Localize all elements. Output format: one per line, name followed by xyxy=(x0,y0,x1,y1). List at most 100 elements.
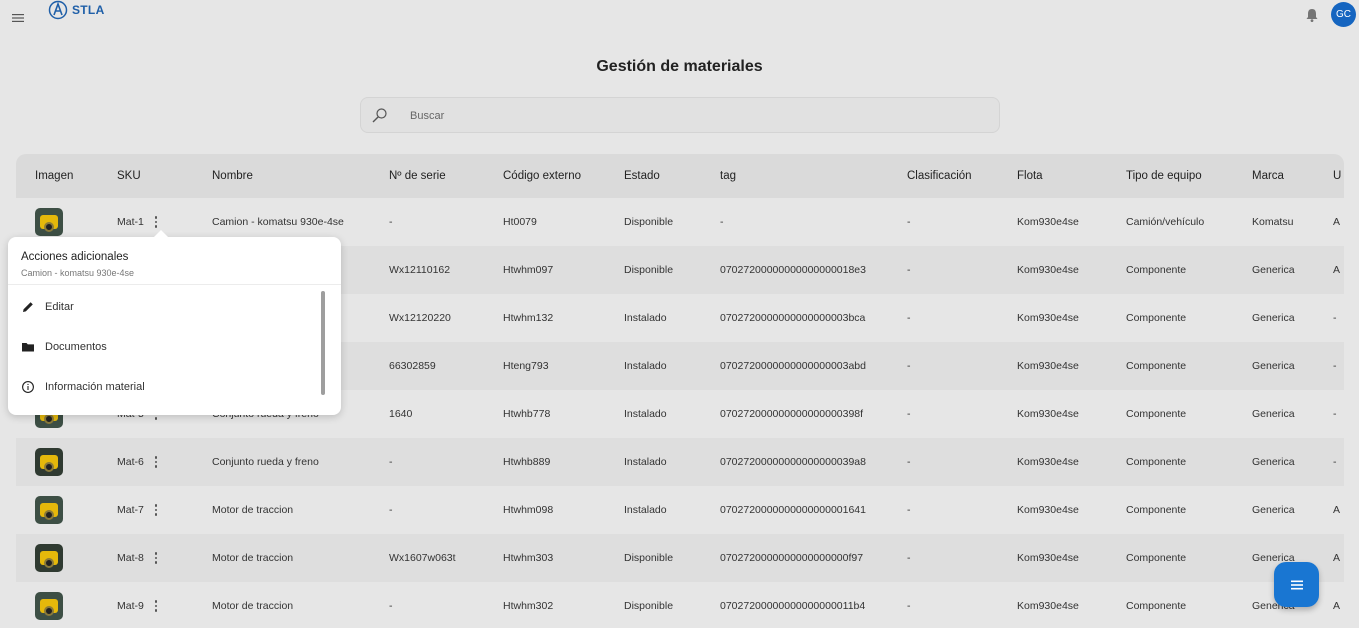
cell-u: - xyxy=(1314,294,1344,342)
column-header-clasificacion[interactable]: Clasificación xyxy=(888,154,998,198)
more-actions-icon[interactable] xyxy=(152,216,160,228)
cell-external-code: Htwhb889 xyxy=(484,438,605,486)
cell-serial-number: - xyxy=(370,486,484,534)
cell-external-code: Htwhm303 xyxy=(484,534,605,582)
cell-equipment-type: Componente xyxy=(1107,582,1233,628)
column-header-codigo-externo[interactable]: Código externo xyxy=(484,154,605,198)
info-icon xyxy=(22,381,34,393)
cell-fleet: Kom930e4se xyxy=(998,294,1107,342)
column-header-flota[interactable]: Flota xyxy=(998,154,1107,198)
sku-text: Mat-8 xyxy=(117,552,144,564)
cell-classification: - xyxy=(888,390,998,438)
cell-serial-number: Wx12120220 xyxy=(370,294,484,342)
column-header-marca[interactable]: Marca xyxy=(1233,154,1314,198)
material-thumbnail[interactable] xyxy=(35,208,63,236)
sku-text: Mat-6 xyxy=(117,456,144,468)
cell-status: Instalado xyxy=(605,342,701,390)
cell-brand: Generica xyxy=(1233,486,1314,534)
more-actions-icon[interactable] xyxy=(152,600,160,612)
thumbnail-wheel xyxy=(44,558,54,568)
cell-tag: 070272000000000000000398f xyxy=(701,390,888,438)
cell-status: Instalado xyxy=(605,294,701,342)
popover-item-label: Información material xyxy=(45,381,145,393)
page-title: Gestión de materiales xyxy=(596,58,763,75)
material-thumbnail[interactable] xyxy=(35,448,63,476)
table-header-row: Imagen SKU Nombre Nº de serie Código ext… xyxy=(16,154,1344,198)
table-row[interactable]: Mat-9 Motor de traccion - Htwhm302 Disponibl… xyxy=(16,582,1344,628)
hamburger-menu-button[interactable] xyxy=(8,8,28,28)
column-header-serie[interactable]: Nº de serie xyxy=(370,154,484,198)
column-header-tipo-equipo[interactable]: Tipo de equipo xyxy=(1107,154,1233,198)
column-header-nombre[interactable]: Nombre xyxy=(193,154,370,198)
cell-image xyxy=(16,438,98,486)
popover-item-informacion-material[interactable]: Información material xyxy=(21,367,311,407)
column-header-estado[interactable]: Estado xyxy=(605,154,701,198)
thumbnail-wheel xyxy=(44,222,54,232)
sku-wrapper: Mat-1 xyxy=(117,216,193,228)
popover-item-documentos[interactable]: Documentos xyxy=(21,327,311,367)
cell-classification: - xyxy=(888,294,998,342)
material-thumbnail[interactable] xyxy=(35,496,63,524)
popover-divider xyxy=(8,284,341,285)
cell-u: - xyxy=(1314,438,1344,486)
cell-brand: Generica xyxy=(1233,294,1314,342)
cell-u: - xyxy=(1314,342,1344,390)
cell-fleet: Kom930e4se xyxy=(998,246,1107,294)
cell-classification: - xyxy=(888,198,998,246)
notifications-bell-icon[interactable] xyxy=(1303,6,1321,24)
sku-text: Mat-7 xyxy=(117,504,144,516)
more-actions-icon[interactable] xyxy=(152,504,160,516)
cell-u: A xyxy=(1314,486,1344,534)
popover-item-editar[interactable]: Editar xyxy=(21,287,311,327)
cell-brand: Generica xyxy=(1233,342,1314,390)
sku-text: Mat-9 xyxy=(117,600,144,612)
column-header-sku[interactable]: SKU xyxy=(98,154,193,198)
cell-tag: 07027200000000000000018e3 xyxy=(701,246,888,294)
cell-nombre: Conjunto rueda y freno xyxy=(193,438,370,486)
cell-status: Instalado xyxy=(605,438,701,486)
material-thumbnail[interactable] xyxy=(35,544,63,572)
hamburger-icon xyxy=(12,14,24,22)
floating-menu-button[interactable] xyxy=(1274,562,1319,607)
cell-classification: - xyxy=(888,486,998,534)
cell-nombre: Motor de traccion xyxy=(193,582,370,628)
cell-image xyxy=(16,582,98,628)
search-bar xyxy=(360,97,1000,133)
cell-fleet: Kom930e4se xyxy=(998,582,1107,628)
cell-status: Disponible xyxy=(605,198,701,246)
user-avatar[interactable]: GC xyxy=(1331,2,1356,27)
cell-equipment-type: Componente xyxy=(1107,294,1233,342)
cell-brand: Komatsu xyxy=(1233,198,1314,246)
cell-fleet: Kom930e4se xyxy=(998,486,1107,534)
material-thumbnail[interactable] xyxy=(35,592,63,620)
column-header-u[interactable]: U xyxy=(1314,154,1344,198)
sku-wrapper: Mat-9 xyxy=(117,600,193,612)
popover-scrollbar[interactable] xyxy=(321,291,325,395)
cell-serial-number: 66302859 xyxy=(370,342,484,390)
cell-u: A xyxy=(1314,246,1344,294)
table-row[interactable]: Mat-6 Conjunto rueda y freno - Htwhb889 Inst… xyxy=(16,438,1344,486)
column-header-imagen[interactable]: Imagen xyxy=(16,154,98,198)
cell-tag: 0702720000000000000003abd xyxy=(701,342,888,390)
stla-logo-icon xyxy=(48,0,68,20)
app-logo[interactable]: STLA xyxy=(48,0,105,20)
cell-equipment-type: Componente xyxy=(1107,486,1233,534)
more-actions-icon[interactable] xyxy=(152,552,160,564)
column-header-tag[interactable]: tag xyxy=(701,154,888,198)
table-row[interactable]: Mat-7 Motor de traccion - Htwhm098 Instalado… xyxy=(16,486,1344,534)
cell-tag: 0702720000000000000001641 xyxy=(701,486,888,534)
search-input[interactable] xyxy=(410,107,970,125)
cell-image xyxy=(16,486,98,534)
cell-tag: 07027200000000000000039a8 xyxy=(701,438,888,486)
sku-wrapper: Mat-6 xyxy=(117,456,193,468)
cell-external-code: Hteng793 xyxy=(484,342,605,390)
cell-nombre: Motor de traccion xyxy=(193,486,370,534)
cell-serial-number: 1640 xyxy=(370,390,484,438)
cell-equipment-type: Componente xyxy=(1107,246,1233,294)
table-row[interactable]: Mat-8 Motor de traccion Wx1607w063t Htwhm30… xyxy=(16,534,1344,582)
more-actions-icon[interactable] xyxy=(152,456,160,468)
cell-classification: - xyxy=(888,534,998,582)
cell-fleet: Kom930e4se xyxy=(998,534,1107,582)
cell-serial-number: - xyxy=(370,582,484,628)
cell-status: Instalado xyxy=(605,486,701,534)
